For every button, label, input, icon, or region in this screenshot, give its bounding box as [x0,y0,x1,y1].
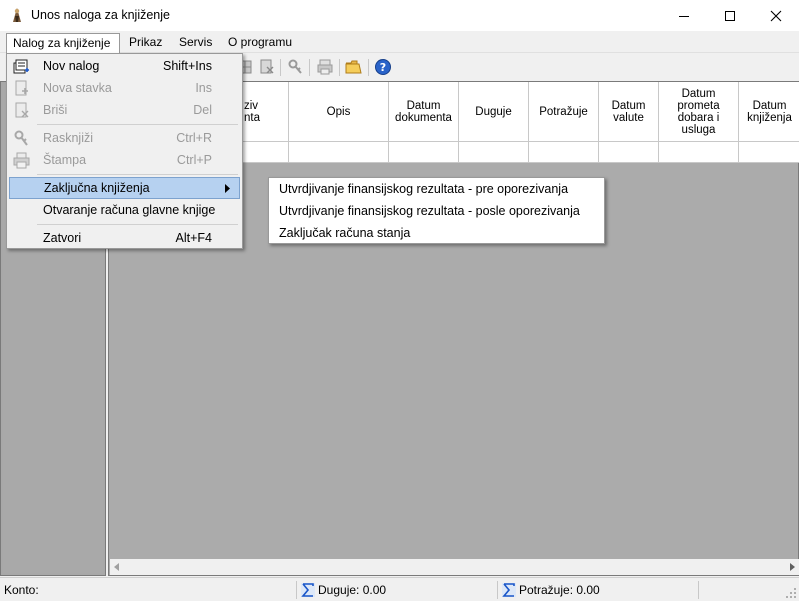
nalog-dropdown-menu: Nov nalog Shift+Ins Nova stavka Ins Briš… [6,53,243,249]
maximize-icon [725,10,735,21]
menu-item-shortcut: Ins [195,81,212,95]
menu-item-shortcut: Shift+Ins [163,59,212,73]
submenu-item-posle-oporezivanja[interactable]: Utvrdjivanje finansijskog rezultata - po… [279,204,580,218]
column-header-label: Datum knjiženja [747,100,792,124]
column-header-label: Datum valute [611,100,646,124]
toolbar-delete-icon[interactable] [258,58,276,76]
grid-cell[interactable] [659,142,739,163]
menu-item-shortcut: Ctrl+R [176,131,212,145]
column-header-label: Potražuje [539,106,588,118]
menu-item-label: Nov nalog [43,59,100,73]
submenu-item-pre-oporezivanja[interactable]: Utvrdjivanje finansijskog rezultata - pr… [279,182,568,196]
menu-o-programu[interactable]: O programu [222,33,298,53]
horizontal-scrollbar[interactable] [110,559,799,575]
window-title: Unos naloga za knjiženje [31,8,170,22]
sigma-icon [502,583,516,597]
svg-text:?: ? [380,61,386,74]
grid-cell[interactable] [459,142,529,163]
column-header-label: ziv nta [244,100,260,124]
status-separator [698,581,699,599]
grid-cell[interactable] [289,142,389,163]
add-item-icon [13,80,30,97]
menu-item-label: Nova stavka [43,81,112,95]
key-icon [13,130,30,147]
menu-item-nova-stavka[interactable]: Nova stavka Ins [9,77,240,99]
menu-item-zatvori[interactable]: Zatvori Alt+F4 [9,227,240,249]
column-header-label: Duguje [475,106,512,118]
maximize-button[interactable] [707,0,753,31]
zakljucna-knjizenja-submenu: Utvrdjivanje finansijskog rezultata - pr… [268,177,605,244]
toolbar-separator [309,59,310,76]
menu-item-brisi[interactable]: Briši Del [9,99,240,121]
close-button[interactable] [753,0,799,31]
column-header-datum-prometa[interactable]: Datum prometa dobara i usluga [659,82,739,142]
scroll-right-icon[interactable] [788,563,796,571]
column-header-duguje[interactable]: Duguje [459,82,529,142]
menu-item-label: Otvaranje računa glavne knjige [43,203,216,217]
menu-prikaz[interactable]: Prikaz [123,33,168,53]
column-header-label: Datum prometa dobara i usluga [677,88,720,136]
menu-nalog-za-knjizenje[interactable]: Nalog za knjiženje [6,33,120,53]
column-header-label: Opis [326,106,351,118]
menu-item-shortcut: Del [193,103,212,117]
new-document-icon [13,58,30,75]
close-icon [770,10,782,21]
status-bar: Konto: Duguje: 0.00 Potražuje: 0.00 [0,577,799,601]
menu-item-zakljucna-knjizenja[interactable]: Zaključna knjiženja [9,177,240,199]
menu-item-otvaranje-racuna[interactable]: Otvaranje računa glavne knjige [9,199,240,221]
column-header-datum-dokumenta[interactable]: Datum dokumenta [389,82,459,142]
submenu-item-zakljucak-racuna-stanja[interactable]: Zaključak računa stanja [279,226,410,240]
menu-item-stampa[interactable]: Štampa Ctrl+P [9,149,240,171]
menu-item-label: Zatvori [43,231,82,245]
grid-cell[interactable] [599,142,659,163]
delete-icon [13,102,30,119]
scroll-left-icon[interactable] [113,563,121,571]
sigma-icon [301,583,315,597]
toolbar-separator [280,59,281,76]
grid-cell[interactable] [389,142,459,163]
app-icon [9,7,25,23]
toolbar-open-folder-icon[interactable] [345,58,363,76]
potrazuje-total: Potražuje: 0.00 [519,583,600,597]
resize-grip-icon[interactable] [785,587,797,599]
menu-servis[interactable]: Servis [173,33,218,53]
printer-icon [13,152,30,169]
toolbar-printer-icon[interactable] [316,58,334,76]
toolbar-key-icon[interactable] [286,58,304,76]
menu-item-label: Zaključna knjiženja [44,181,150,195]
konto-label: Konto: [4,583,39,597]
minimize-icon [679,15,689,17]
menu-item-shortcut: Ctrl+P [176,153,212,167]
column-header-opis[interactable]: Opis [289,82,389,142]
title-bar: Unos naloga za knjiženje [0,0,799,31]
status-separator [296,581,297,599]
menu-separator [37,174,238,175]
menu-item-rasknjizi[interactable]: Rasknjiži Ctrl+R [9,127,240,149]
menu-item-shortcut: Alt+F4 [175,231,212,245]
submenu-arrow-icon [225,184,230,193]
minimize-button[interactable] [661,0,707,31]
grid-cell[interactable] [529,142,599,163]
menu-item-label: Štampa [43,153,87,167]
column-header-datum-knjizenja[interactable]: Datum knjiženja [739,82,799,142]
column-header-label: Datum dokumenta [395,100,452,124]
status-separator [497,581,498,599]
menu-item-label: Briši [43,103,68,117]
menu-item-label: Rasknjiži [43,131,94,145]
grid-cell[interactable] [739,142,799,163]
menu-bar: Nalog za knjiženje Prikaz Servis O progr… [0,31,799,53]
menu-separator [37,124,238,125]
toolbar-help-icon[interactable]: ? [374,58,392,76]
toolbar-separator [368,59,369,76]
column-header-datum-valute[interactable]: Datum valute [599,82,659,142]
menu-separator [37,224,238,225]
column-header-potrazuje[interactable]: Potražuje [529,82,599,142]
duguje-total: Duguje: 0.00 [318,583,387,597]
menu-item-nov-nalog[interactable]: Nov nalog Shift+Ins [9,55,240,77]
toolbar-separator [339,59,340,76]
